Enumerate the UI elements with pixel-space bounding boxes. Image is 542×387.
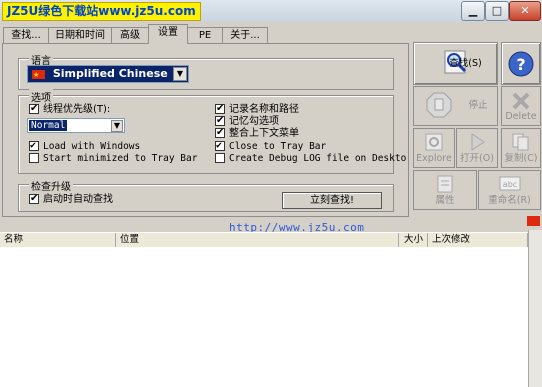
copy-icon [512, 133, 529, 151]
explore-label: Explore [416, 153, 452, 164]
search-button[interactable]: 查找(S) [413, 42, 498, 85]
thread-priority-select[interactable]: Normal ▼ [27, 118, 125, 133]
copy-button[interactable]: 复制(C) [501, 128, 541, 168]
explore-icon [425, 133, 443, 151]
play-icon [471, 133, 485, 151]
update-legend: 检查升级 [29, 178, 73, 193]
start-minimized-checkbox[interactable]: Start minimized to Tray Bar [29, 153, 197, 165]
checkbox-box[interactable] [29, 153, 39, 163]
help-icon: ? [508, 51, 534, 77]
properties-button[interactable]: 属性 [413, 170, 477, 210]
thread-priority-label: 线程优先级(T): [43, 104, 111, 115]
minimize-button[interactable]: ▁ [461, 1, 485, 21]
maximize-button[interactable]: □ [485, 1, 509, 21]
auto-check-label: 启动时自动查找 [43, 194, 113, 205]
results-list[interactable] [0, 247, 529, 387]
tab-settings[interactable]: 设置 [148, 24, 188, 44]
column-name[interactable]: 名称 [0, 233, 116, 247]
properties-icon [437, 175, 453, 193]
help-button[interactable]: ? [501, 42, 541, 85]
close-button[interactable]: ✕ [509, 1, 541, 21]
load-with-windows-label: Load with Windows [43, 141, 141, 152]
debug-log-checkbox[interactable]: Create Debug LOG file on Deskto [215, 153, 406, 165]
site-brand-banner: JZ5U绿色下载站www.jz5u.com [2, 2, 201, 21]
chevron-down-icon[interactable]: ▼ [173, 67, 187, 81]
remember-checked-checkbox[interactable]: 记忆勾选项 [215, 115, 279, 128]
remember-checked-label: 记忆勾选项 [229, 116, 279, 127]
language-selected-value: Simplified Chinese [52, 67, 168, 80]
explore-button[interactable]: Explore [413, 128, 455, 168]
rename-label: 重命名(R) [488, 195, 531, 206]
checkbox-box[interactable] [215, 103, 225, 115]
stop-button[interactable]: 停止 [413, 86, 498, 126]
start-minimized-label: Start minimized to Tray Bar [43, 153, 198, 164]
close-to-tray-label: Close to Tray Bar [229, 141, 327, 152]
load-with-windows-checkbox[interactable]: Load with Windows [29, 140, 141, 153]
checkbox-box[interactable] [29, 193, 39, 205]
rename-button[interactable]: abc 重命名(R) [478, 170, 541, 210]
results-header: 名称 位置 大小 上次修改 [0, 232, 542, 248]
search-label: 查找(S) [449, 58, 482, 69]
title-bar: JZ5U绿色下载站www.jz5u.com ▁ □ ✕ [0, 0, 542, 22]
auto-check-checkbox[interactable]: 启动时自动查找 [29, 193, 113, 206]
delete-button[interactable]: Delete [501, 86, 541, 126]
tab-about[interactable]: 关于... [222, 27, 268, 44]
column-size[interactable]: 大小 [399, 233, 428, 247]
properties-label: 属性 [435, 195, 455, 206]
record-name-path-checkbox[interactable]: 记录名称和路径 [215, 103, 299, 116]
record-name-path-label: 记录名称和路径 [229, 104, 299, 115]
thread-priority-value: Normal [29, 120, 68, 131]
debug-log-label: Create Debug LOG file on Deskto [229, 153, 407, 164]
combine-menu-label: 整合上下文菜单 [229, 128, 299, 139]
checkbox-box[interactable] [215, 127, 225, 139]
language-flag-icon [527, 216, 540, 226]
tab-search[interactable]: 查找... [3, 27, 49, 44]
column-location[interactable]: 位置 [116, 233, 399, 247]
close-to-tray-checkbox[interactable]: Close to Tray Bar [215, 140, 327, 153]
copy-label: 复制(C) [504, 153, 538, 164]
chevron-down-icon[interactable]: ▼ [111, 120, 123, 132]
thread-priority-checkbox[interactable]: 线程优先级(T): [29, 103, 111, 116]
checkbox-box[interactable] [29, 103, 39, 115]
checkbox-box[interactable] [215, 153, 225, 163]
svg-text:abc: abc [502, 180, 516, 189]
tab-advanced[interactable]: 高级 [111, 27, 149, 44]
svg-text:?: ? [516, 55, 525, 74]
checkbox-box[interactable] [29, 140, 39, 152]
stop-label: 停止 [468, 100, 488, 111]
checkbox-box[interactable] [215, 115, 225, 127]
open-button[interactable]: 打开(O) [456, 128, 498, 168]
stop-hand-icon [426, 92, 452, 118]
check-now-button[interactable]: 立刻查找! [282, 192, 382, 209]
column-modified[interactable]: 上次修改 [428, 233, 528, 247]
language-select[interactable]: Simplified Chinese ▼ [27, 65, 189, 83]
tab-date-time[interactable]: 日期和时间 [48, 27, 112, 44]
china-flag-icon [32, 67, 45, 83]
rename-icon: abc [499, 176, 520, 191]
delete-label: Delete [505, 111, 537, 122]
tab-pe[interactable]: PE [187, 27, 223, 44]
options-legend: 选项 [29, 89, 53, 104]
combine-menu-checkbox[interactable]: 整合上下文菜单 [215, 127, 299, 140]
results-scrollbar[interactable] [528, 230, 542, 387]
open-label: 打开(O) [460, 153, 494, 164]
checkbox-box[interactable] [215, 140, 225, 152]
delete-icon [512, 92, 530, 110]
